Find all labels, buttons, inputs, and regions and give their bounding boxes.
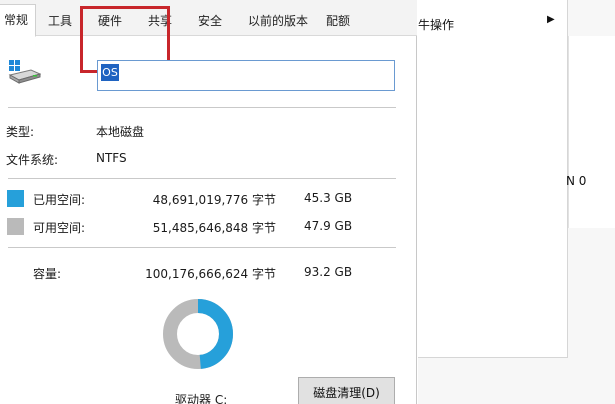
drive-name-input[interactable] (97, 60, 395, 91)
background-text: N 0 (566, 174, 587, 188)
background-panel (568, 36, 615, 228)
tab-security[interactable]: 安全 (190, 8, 230, 36)
free-space-bytes: 51,485,646,848 字节 (152, 221, 276, 235)
properties-dialog: 常规 工具 硬件 共享 安全 以前的版本 配额 OS 类型: 本地磁盘 文件系统… (0, 0, 417, 404)
filesystem-value: NTFS (96, 151, 127, 165)
tab-bar: 常规 工具 硬件 共享 安全 以前的版本 配额 (0, 0, 417, 37)
used-space-size: 45.3 GB (304, 191, 353, 205)
free-space-size: 47.9 GB (304, 219, 353, 233)
tab-general[interactable]: 常规 (0, 4, 36, 37)
menu-item-operation[interactable]: 牛操作 (418, 16, 454, 33)
drive-letter-label: 驱动器 C: (175, 393, 228, 404)
chevron-right-icon: ▶ (547, 14, 555, 25)
divider (8, 178, 396, 179)
used-space-label: 已用空间: (33, 193, 86, 207)
tab-quota[interactable]: 配额 (318, 8, 358, 36)
divider (8, 247, 396, 248)
capacity-size: 93.2 GB (304, 265, 353, 279)
tab-previous-versions[interactable]: 以前的版本 (240, 8, 316, 36)
disk-usage-donut (163, 299, 233, 369)
used-space-swatch (7, 190, 24, 207)
drive-name-selection: OS (101, 64, 119, 81)
divider (8, 107, 396, 108)
capacity-label: 容量: (33, 267, 62, 281)
tab-tools[interactable]: 工具 (40, 8, 80, 36)
free-space-swatch (7, 218, 24, 235)
filesystem-label: 文件系统: (6, 153, 59, 167)
capacity-bytes: 100,176,666,624 字节 (145, 267, 276, 281)
type-label: 类型: (6, 125, 35, 139)
free-space-label: 可用空间: (33, 221, 86, 235)
type-value: 本地磁盘 (96, 125, 145, 139)
disk-cleanup-button[interactable]: 磁盘清理(D) (298, 377, 395, 404)
used-space-bytes: 48,691,019,776 字节 (152, 193, 276, 207)
background-context-menu (418, 0, 568, 358)
hard-drive-icon (8, 60, 41, 84)
